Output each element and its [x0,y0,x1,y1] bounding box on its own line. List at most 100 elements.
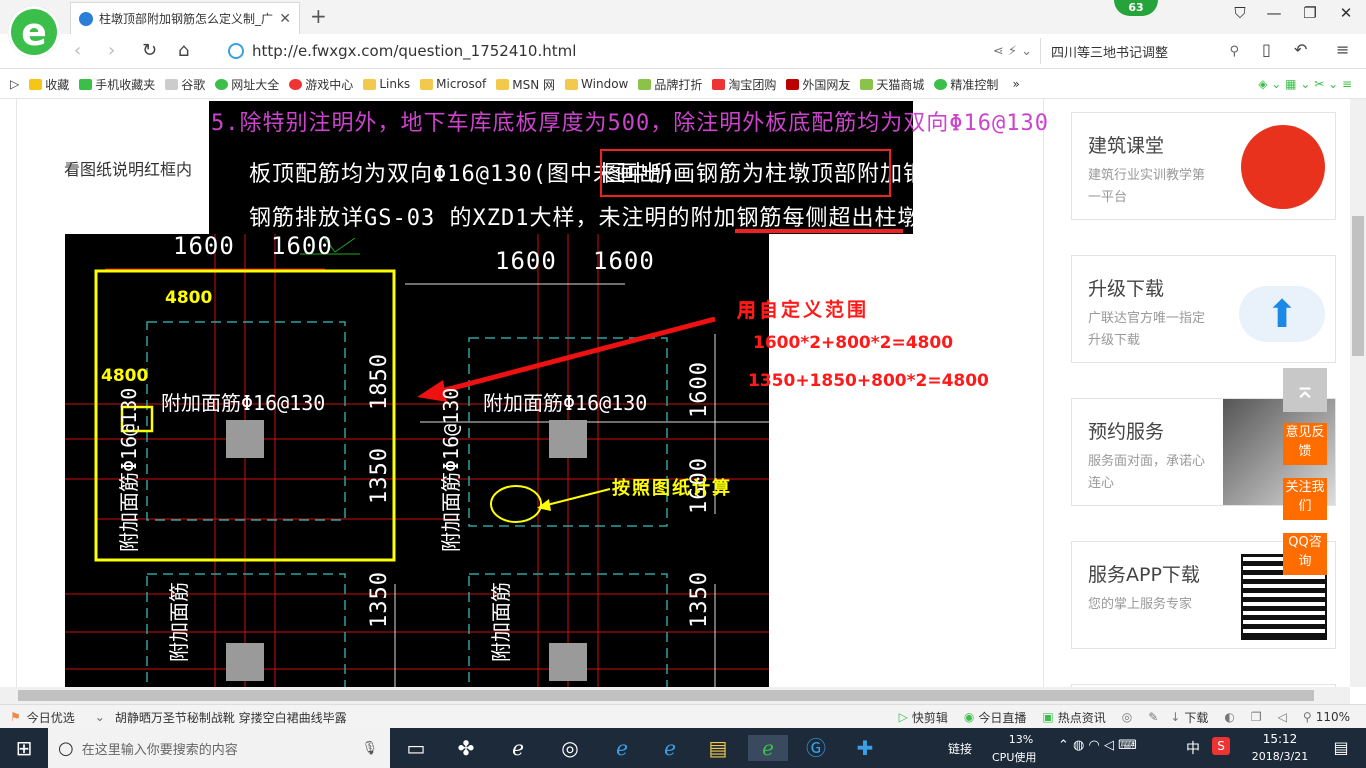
bookmark-item[interactable]: 品牌打折 [638,76,702,93]
settings-icon[interactable]: ◐ [1224,710,1234,724]
download-label[interactable]: 下载 [1184,709,1208,726]
card-upgrade-download[interactable]: 升级下载 广联达官方唯一指定升级下载 ⬆ [1071,255,1336,363]
news-label[interactable]: 热点资讯 [1058,709,1106,726]
microphone-icon[interactable]: 🎙 [361,741,378,756]
bookmark-item[interactable]: 淘宝团购 [712,76,776,93]
extension-icons[interactable]: ◈ ⌄ ▦ ⌄ ✂ ⌄ ≡ [1258,77,1352,91]
sidebar-toggle-icon[interactable]: ▷ [10,77,19,91]
cpu-percent: 13% [1008,733,1034,746]
divider [16,99,17,687]
dim-mid-2: 1600 [593,247,655,275]
horizontal-scroll-thumb[interactable] [18,690,1314,701]
vertical-scrollbar[interactable] [1350,99,1366,687]
mobile-icon[interactable]: ▯ [1262,40,1271,59]
share-icon[interactable]: ⋖ ⚡ ⌄ [993,44,1032,59]
plus-app-icon[interactable]: ✚ [852,735,878,761]
lower-label-left: 附加面筋 [167,582,191,662]
notification-icon[interactable]: ▤ [1328,735,1354,761]
url-text[interactable]: http://e.fwxgx.com/question_1752410.html [252,42,576,60]
bookmark-folder[interactable]: MSN 网 [496,76,555,93]
more-bookmarks-icon[interactable]: » [1012,77,1019,91]
bookmark-folder[interactable]: Window [565,77,628,91]
back-icon[interactable]: ‹ [74,40,81,61]
edge-icon[interactable]: ℯ [609,735,635,761]
tab-title: 柱墩顶部附加钢筋怎么定义制_广 [99,12,274,26]
bookmark-item[interactable]: 谷歌 [165,76,205,93]
menu-icon[interactable]: ≡ [1336,40,1349,59]
bookmark-folder[interactable]: Microsof [420,77,486,91]
back-to-top-button[interactable]: ⌅ [1283,368,1327,412]
follow-us-button[interactable]: 关注我们 [1283,478,1327,520]
dim-1350-lower: 1350 [367,571,392,628]
live-icon: ◉ [963,710,975,724]
tray-icons[interactable]: ⌃ ◍ ◠ ◁ ⌨ [1058,738,1137,753]
dim-1600-right: 1600 [687,361,712,418]
maximize-button[interactable]: ❐ [1292,4,1328,22]
undo-icon[interactable]: ↶ [1294,40,1307,59]
dim-1850: 1850 [367,353,392,410]
browser-app-icon[interactable]: ℯ [505,735,531,761]
clock-time[interactable]: 15:12 [1250,732,1310,746]
search-icon[interactable]: ⚲ [1229,44,1239,59]
pin-icon[interactable]: ✎ [1148,710,1158,724]
browser-logo-icon[interactable]: e [8,6,60,58]
news-icon: ▣ [1042,710,1054,724]
headline-link[interactable]: 胡静晒万圣节秘制战靴 穿搂空白裙曲线毕露 [115,709,347,726]
swirl-app-icon[interactable]: ◎ [557,735,583,761]
divider [1043,99,1044,687]
search-input[interactable]: 四川等三地书记调整 [1051,42,1168,61]
search-box[interactable]: 四川等三地书记调整 ⚲ [1040,38,1251,64]
download-icon: ↓ [1170,710,1181,724]
home-icon[interactable]: ⌂ [178,40,189,61]
bookmark-item[interactable]: 收藏 [29,76,69,93]
bookmark-item[interactable]: 外国网友 [786,76,850,93]
file-explorer-icon[interactable]: ▤ [705,735,731,761]
bookmark-item[interactable]: 游戏中心 [289,76,353,93]
bookmark-item[interactable]: 网址大全 [215,76,279,93]
tab-favicon-icon [79,11,93,26]
clock-date[interactable]: 2018/3/21 [1242,750,1318,763]
g-app-icon[interactable]: Ⓖ [803,735,829,761]
new-tab-button[interactable]: + [310,4,327,28]
audio-icon[interactable]: ◁ [1278,710,1287,724]
taskbar-search[interactable]: ○ 在这里输入你要搜索的内容 🎙 [48,728,390,768]
bookmark-folder[interactable]: Links [363,77,410,91]
feedback-button[interactable]: 意见反馈 [1283,423,1327,465]
skin-icon[interactable]: ⛉ [1222,4,1258,22]
qq-consult-button[interactable]: QQ咨询 [1283,533,1327,575]
links-label[interactable]: 链接 [948,740,972,757]
vertical-scroll-thumb[interactable] [1352,216,1364,356]
ie-icon[interactable]: ℯ [657,735,683,761]
bookmark-item[interactable]: 精准控制 [934,76,998,93]
bookmark-item[interactable]: 天猫商城 [860,76,924,93]
forward-icon[interactable]: › [108,40,115,61]
accelerate-icon[interactable]: ◎ [1122,710,1132,724]
window-icon[interactable]: ❐ [1251,710,1262,724]
close-tab-icon[interactable]: ✕ [279,11,291,27]
card-desc: 您的掌上服务专家 [1088,597,1193,612]
close-window-button[interactable]: ✕ [1328,4,1364,22]
task-view-icon[interactable]: ▭ [403,735,429,761]
refresh-icon[interactable]: ↻ [142,40,157,61]
today-pick-label[interactable]: 今日优选 [27,709,75,726]
fan-app-icon[interactable]: ✤ [453,735,479,761]
zoom-level[interactable]: 110% [1316,710,1350,724]
highlight-box [600,149,891,197]
ime-indicator[interactable]: 中 [1186,738,1200,758]
answer-text: 看图纸说明红框内 [64,160,193,179]
chevron-down-icon[interactable]: ⌄ [95,710,105,724]
card-desc: 服务面对面，承诺心连心 [1088,454,1206,491]
active-browser-icon[interactable]: ℯ [748,735,788,761]
live-label[interactable]: 今日直播 [978,709,1026,726]
taskbar-search-input[interactable]: 在这里输入你要搜索的内容 [82,739,238,758]
bookmarks-bar: ▷ 收藏 手机收藏夹 谷歌 网址大全 游戏中心 Links Microsof M… [0,70,1366,99]
bookmark-item[interactable]: 手机收藏夹 [79,76,155,93]
sogou-icon[interactable]: S [1212,737,1230,755]
card-desc: 建筑行业实训教学第一平台 [1088,168,1206,205]
card-building-class[interactable]: 建筑课堂 建筑行业实训教学第一平台 [1071,112,1336,220]
address-bar[interactable]: http://e.fwxgx.com/question_1752410.html… [222,38,1032,64]
quick-clip-label[interactable]: 快剪辑 [912,709,948,726]
browser-tab[interactable]: 柱墩顶部附加钢筋怎么定义制_广 ✕ [70,2,300,34]
windows-start-icon[interactable]: ⊞ [11,735,37,761]
minimize-button[interactable]: — [1256,4,1292,22]
